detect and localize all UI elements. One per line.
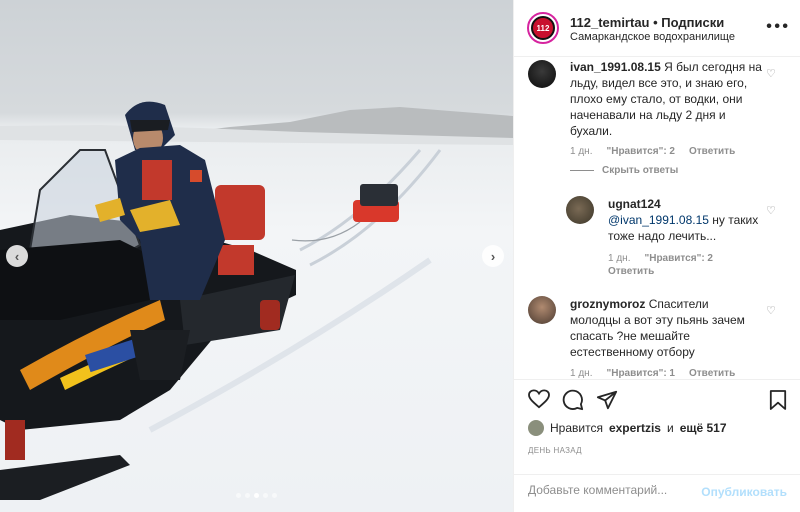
more-options-icon[interactable]: • • • [766,18,788,36]
comment-likes[interactable]: "Нравится": 2 [606,146,675,157]
publish-button[interactable]: Опубликовать [701,485,787,499]
like-comment-heart-icon[interactable]: ♡ [766,67,776,80]
add-comment-bar: Опубликовать [514,474,800,508]
cargo-sled [353,184,399,222]
comment-mention[interactable]: @ivan_1991.08.15 [608,213,709,227]
bookmark-icon[interactable] [769,389,787,416]
reply-button[interactable]: Ответить [689,146,735,157]
comment-meta: 1 дн. "Нравится": 2 Ответить [570,146,735,157]
like-comment-heart-icon[interactable]: ♡ [766,204,776,217]
avatar[interactable]: 112 [527,12,559,44]
likes-count-link[interactable]: ещё 517 [680,421,727,435]
liker-username[interactable]: expertzis [609,421,661,435]
likes-summary: Нравится expertzis и ещё 517 [528,420,727,436]
likes-prefix: Нравится [550,421,603,435]
next-photo-button[interactable]: › [482,245,504,267]
comment-likes[interactable]: "Нравится": 1 [606,368,675,379]
hide-replies-label: Скрыть ответы [602,165,679,176]
post-location[interactable]: Самаркандское водохранилище [570,31,735,43]
comment-meta: 1 дн. "Нравится": 2 Ответить [608,253,758,277]
header-line: 112_temirtau • Подписки [570,15,724,30]
avatar-logo: 112 [531,16,555,40]
header-separator: • [649,15,662,30]
carousel-dot [236,493,241,498]
hide-replies-button[interactable]: Скрыть ответы [570,165,678,176]
snowmobile-scene [0,101,513,500]
like-heart-icon[interactable] [528,389,550,414]
commenter-avatar[interactable] [528,296,556,324]
comment-username[interactable]: ivan_1991.08.15 [570,60,661,74]
post-timestamp[interactable]: ДЕНЬ НАЗАД [528,446,582,455]
comment-input[interactable] [528,483,698,497]
chevron-left-icon: ‹ [14,248,20,264]
hide-replies-line [570,170,594,171]
comments-list[interactable]: ivan_1991.08.15 Я был сегодня на льду, в… [514,57,800,379]
comment-likes[interactable]: "Нравится": 2 [644,253,713,264]
like-comment-heart-icon[interactable]: ♡ [766,304,776,317]
comment-text: groznymoroz Спасители молодцы а вот эту … [570,296,760,360]
commenter-avatar[interactable] [566,196,594,224]
post-actions: Нравится expertzis и ещё 517 ДЕНЬ НАЗАД … [514,379,800,507]
reply-button[interactable]: Ответить [608,266,654,277]
previous-photo-button[interactable]: ‹ [6,245,28,267]
comment-time[interactable]: 1 дн. [570,146,592,157]
follow-status-button[interactable]: Подписки [661,15,724,30]
author-username[interactable]: 112_temirtau [570,15,650,30]
comment-text: ivan_1991.08.15 Я был сегодня на льду, в… [570,59,766,139]
share-send-icon[interactable] [596,389,618,416]
carousel-dot [245,493,250,498]
comment-username[interactable]: ugnat124 [608,197,661,211]
reply-button[interactable]: Ответить [689,368,735,379]
carousel-dot [263,493,268,498]
comment-username[interactable]: groznymoroz [570,297,645,311]
comment-meta: 1 дн. "Нравится": 1 Ответить [570,368,735,379]
carousel-dot-active [254,493,259,498]
comment-time[interactable]: 1 дн. [570,368,592,379]
comment-time[interactable]: 1 дн. [608,253,630,264]
post-header: 112 112_temirtau • Подписки Самаркандско… [514,0,800,57]
reply-text: ugnat124 @ivan_1991.08.15 ну таких тоже … [608,196,764,244]
post-photo[interactable]: ‹ › [0,0,513,512]
comment-bubble-icon[interactable] [562,389,584,416]
carousel-dot [272,493,277,498]
carousel-indicator [236,493,277,498]
chevron-right-icon: › [490,248,496,264]
instagram-post-view: ‹ › 112 112_temirtau • Подписки Самаркан… [0,0,800,512]
likes-conjunction: и [666,421,674,435]
post-side-panel: 112 112_temirtau • Подписки Самаркандско… [513,0,800,512]
commenter-avatar[interactable] [528,60,556,88]
liker-avatar[interactable] [528,420,544,436]
